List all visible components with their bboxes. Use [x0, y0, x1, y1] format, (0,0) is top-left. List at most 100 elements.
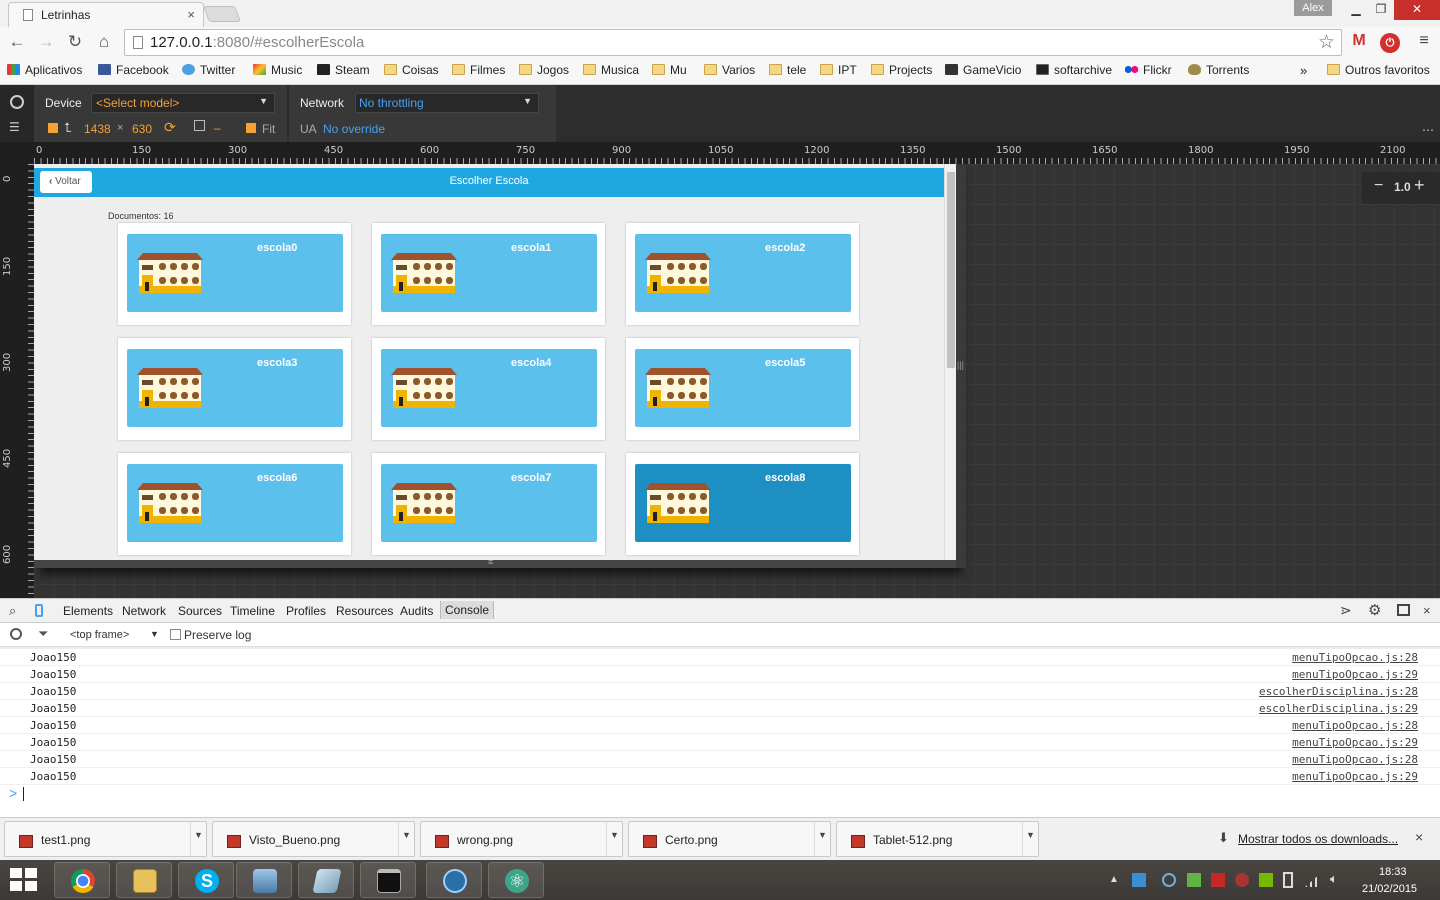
- chevron-down-icon[interactable]: ▼: [150, 629, 159, 639]
- close-downloads-icon[interactable]: ×: [1415, 829, 1423, 845]
- bookmark-mu[interactable]: Mu: [652, 63, 687, 77]
- console-source-link[interactable]: menuTipoOpcao.js:28: [1292, 719, 1418, 732]
- gmail-icon[interactable]: M: [1348, 32, 1370, 50]
- resize-handle-right[interactable]: |||: [956, 164, 966, 568]
- tab-audits[interactable]: Audits: [400, 604, 433, 618]
- network-throttling-select[interactable]: No throttling ▼: [355, 93, 539, 113]
- bookmark-softarchive[interactable]: softarchive: [1036, 63, 1112, 77]
- resolution-checkbox[interactable]: [48, 123, 58, 133]
- bookmark-gamevicio[interactable]: GameVicio: [945, 63, 1021, 77]
- address-bar[interactable]: 127.0.0.1:8080/#escolherEscola ☆: [124, 29, 1342, 56]
- bookmark-flickr[interactable]: Flickr: [1125, 63, 1172, 77]
- download-item[interactable]: wrong.png ▼: [420, 821, 623, 857]
- taskbar-skype[interactable]: S: [178, 862, 234, 898]
- tab-network[interactable]: Network: [122, 604, 166, 618]
- signal-strength-icon[interactable]: [1305, 873, 1321, 887]
- console-source-link[interactable]: menuTipoOpcao.js:29: [1292, 736, 1418, 749]
- menu-icon[interactable]: ≡: [1413, 32, 1435, 50]
- rotate-icon[interactable]: ⟳: [164, 119, 176, 136]
- console-source-link[interactable]: menuTipoOpcao.js:29: [1292, 770, 1418, 783]
- tray-app-icon[interactable]: [1132, 873, 1146, 887]
- school-tile-button[interactable]: escola7: [381, 464, 597, 542]
- new-tab-button[interactable]: [203, 6, 241, 22]
- school-tile-button[interactable]: escola4: [381, 349, 597, 427]
- volume-icon[interactable]: 🔈︎: [1330, 871, 1338, 887]
- home-icon[interactable]: ⌂: [92, 32, 116, 52]
- ua-input[interactable]: No override: [323, 122, 385, 136]
- clear-console-icon[interactable]: [10, 628, 22, 640]
- bookmark-tele[interactable]: tele: [769, 63, 806, 77]
- bookmark-steam[interactable]: Steam: [317, 63, 370, 77]
- console-source-link[interactable]: menuTipoOpcao.js:28: [1292, 753, 1418, 766]
- device-mode-icon[interactable]: [35, 604, 43, 617]
- show-all-downloads-link[interactable]: Mostrar todos os downloads...: [1238, 832, 1398, 846]
- profile-button[interactable]: Alex: [1294, 0, 1332, 16]
- width-input[interactable]: 1438: [84, 122, 111, 136]
- tab-console[interactable]: Console: [440, 601, 495, 619]
- tray-security-icon[interactable]: [1187, 873, 1201, 887]
- inspect-search-icon[interactable]: ⌕: [9, 603, 16, 619]
- tray-record-icon[interactable]: [1235, 873, 1249, 887]
- zoom-out-button[interactable]: −: [1374, 177, 1383, 195]
- school-tile-button[interactable]: escola5: [635, 349, 851, 427]
- reload-icon[interactable]: ↻: [63, 32, 87, 52]
- forward-arrow-icon[interactable]: →: [34, 32, 58, 52]
- adblock-icon[interactable]: ⏻: [1380, 33, 1400, 53]
- console-source-link[interactable]: escolherDisciplina.js:28: [1259, 685, 1418, 698]
- more-options-icon[interactable]: ⋯: [1422, 123, 1434, 137]
- taskbar-cmd[interactable]: [360, 862, 416, 898]
- restore-button[interactable]: ❐: [1368, 0, 1394, 20]
- school-tile-button[interactable]: escola3: [127, 349, 343, 427]
- minimize-button[interactable]: ▁: [1342, 0, 1370, 20]
- school-tile-button[interactable]: escola0: [127, 234, 343, 312]
- windows-start-icon[interactable]: [10, 868, 38, 892]
- download-item[interactable]: Visto_Bueno.png ▼: [212, 821, 415, 857]
- bookmark-twitter[interactable]: Twitter: [182, 63, 235, 77]
- tab-sources[interactable]: Sources: [178, 604, 222, 618]
- fit-checkbox[interactable]: [246, 123, 256, 133]
- bookmark-other-favorites[interactable]: Outros favoritos: [1327, 63, 1430, 77]
- tab-resources[interactable]: Resources: [336, 604, 393, 618]
- console-source-link[interactable]: escolherDisciplina.js:29: [1259, 702, 1418, 715]
- tab-elements[interactable]: Elements: [63, 604, 113, 618]
- height-input[interactable]: 630: [132, 122, 152, 136]
- school-tile-button[interactable]: escola6: [127, 464, 343, 542]
- taskbar-app[interactable]: [426, 862, 482, 898]
- bookmark-projects[interactable]: Projects: [871, 63, 932, 77]
- close-devtools-icon[interactable]: ×: [1423, 603, 1431, 618]
- media-queries-icon[interactable]: ☰: [9, 120, 20, 134]
- bookmark-coisas[interactable]: Coisas: [384, 63, 439, 77]
- preserve-log-checkbox[interactable]: [170, 629, 181, 640]
- scrollbar[interactable]: [944, 164, 956, 568]
- clock-time[interactable]: 18:33: [1379, 866, 1407, 878]
- download-item[interactable]: test1.png ▼: [4, 821, 207, 857]
- browser-tab[interactable]: Letrinhas ×: [8, 2, 204, 27]
- resize-handle-bottom[interactable]: ≡: [34, 557, 956, 568]
- bookmark-apps[interactable]: Aplicativos: [7, 63, 82, 77]
- bookmark-star-icon[interactable]: ☆: [1318, 31, 1335, 54]
- school-tile-button[interactable]: escola8: [635, 464, 851, 542]
- zoom-in-button[interactable]: +: [1414, 175, 1425, 196]
- drawer-toggle-icon[interactable]: ⋗: [1340, 602, 1352, 619]
- tray-expand-icon[interactable]: ▲: [1109, 874, 1119, 885]
- battery-icon[interactable]: [1283, 872, 1293, 888]
- tray-sync-icon[interactable]: [1162, 873, 1176, 887]
- bookmark-varios[interactable]: Varios: [704, 63, 755, 77]
- console-source-link[interactable]: menuTipoOpcao.js:29: [1292, 668, 1418, 681]
- console-prompt[interactable]: >: [0, 785, 1440, 817]
- bookmark-facebook[interactable]: Facebook: [98, 63, 169, 77]
- dock-side-icon[interactable]: [1397, 604, 1410, 616]
- bookmark-ipt[interactable]: IPT: [820, 63, 857, 77]
- taskbar-explorer[interactable]: [116, 862, 172, 898]
- bookmark-jogos[interactable]: Jogos: [519, 63, 569, 77]
- scrollbar-thumb[interactable]: [947, 172, 955, 368]
- console-source-link[interactable]: menuTipoOpcao.js:28: [1292, 651, 1418, 664]
- taskbar-notepad[interactable]: [298, 862, 354, 898]
- frame-select[interactable]: <top frame>: [70, 629, 129, 641]
- bookmark-musica[interactable]: Musica: [583, 63, 639, 77]
- tray-nvidia-icon[interactable]: [1259, 873, 1273, 887]
- dpr-input[interactable]: –: [214, 121, 221, 135]
- download-item[interactable]: Certo.png ▼: [628, 821, 831, 857]
- tab-close-icon[interactable]: ×: [187, 7, 195, 22]
- taskbar-photos[interactable]: [236, 862, 292, 898]
